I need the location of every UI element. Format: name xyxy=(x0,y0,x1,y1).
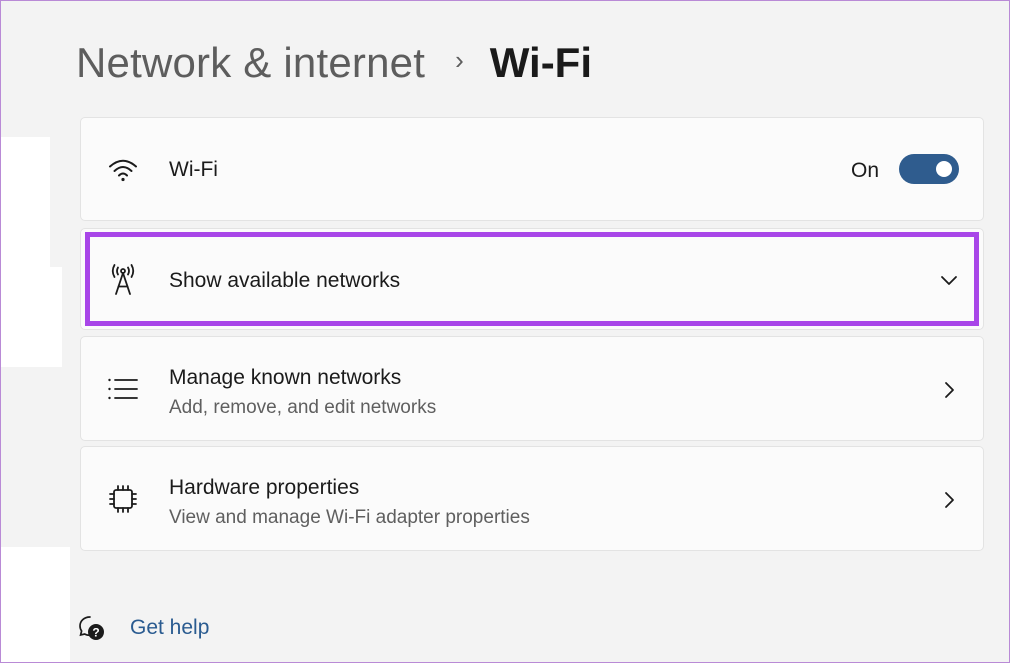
chevron-down-icon[interactable] xyxy=(939,270,959,290)
wifi-setting-card: Wi-Fi On xyxy=(80,117,984,221)
get-help-link[interactable]: Get help xyxy=(130,616,209,640)
hardware-properties-subtitle: View and manage Wi-Fi adapter properties xyxy=(169,507,530,528)
chip-icon xyxy=(105,481,141,517)
svg-text:?: ? xyxy=(92,626,99,640)
manage-networks-subtitle: Add, remove, and edit networks xyxy=(169,397,437,418)
antenna-icon xyxy=(105,262,141,298)
help-icon: ? xyxy=(78,614,106,642)
chevron-right-icon[interactable] xyxy=(939,380,959,400)
breadcrumb-parent-link[interactable]: Network & internet xyxy=(76,39,425,87)
manage-networks-title: Manage known networks xyxy=(169,366,402,389)
screenshot-border xyxy=(0,0,1010,663)
hardware-properties-title: Hardware properties xyxy=(169,476,360,499)
pane-shade xyxy=(0,0,70,137)
breadcrumb-separator: › xyxy=(455,44,464,75)
wifi-toggle-switch[interactable] xyxy=(899,154,959,184)
hardware-properties-card[interactable]: Hardware properties View and manage Wi-F… xyxy=(80,446,984,551)
wifi-title: Wi-Fi xyxy=(169,158,218,181)
manage-known-networks-card[interactable]: Manage known networks Add, remove, and e… xyxy=(80,336,984,441)
breadcrumb: Network & internet › Wi-Fi xyxy=(76,30,592,96)
pane-shade xyxy=(50,137,70,267)
chevron-right-icon[interactable] xyxy=(939,490,959,510)
show-networks-title: Show available networks xyxy=(169,269,401,292)
get-help[interactable]: ? Get help xyxy=(78,610,209,646)
pane-shade xyxy=(0,367,70,547)
toggle-knob xyxy=(936,161,952,177)
show-available-networks-card[interactable]: Show available networks xyxy=(80,228,984,330)
page-title: Wi-Fi xyxy=(489,39,593,86)
wifi-toggle-state: On xyxy=(850,159,879,182)
pane-shade xyxy=(62,267,70,367)
wifi-icon xyxy=(105,152,141,188)
list-icon xyxy=(105,371,141,407)
left-navigation-pane xyxy=(0,0,70,663)
